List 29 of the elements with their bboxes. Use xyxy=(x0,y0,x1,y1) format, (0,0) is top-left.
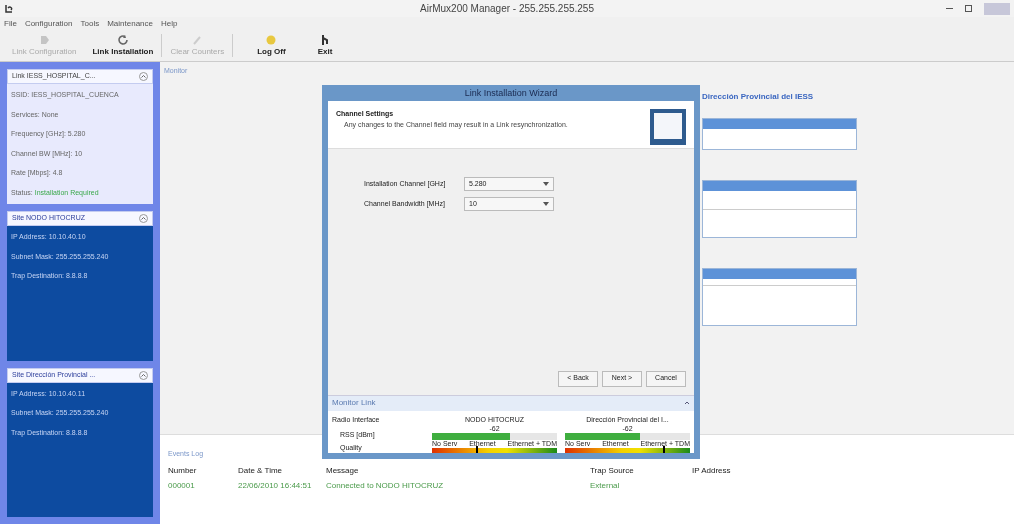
table-cell-text: External xyxy=(590,480,621,492)
toolbar-button[interactable]: Link Installation xyxy=(84,30,162,61)
site-title: Dirección Provincial del IESS xyxy=(702,90,815,103)
column-header: Date & Time xyxy=(238,465,283,477)
menu-item[interactable]: Configuration xyxy=(24,17,73,30)
menu-item[interactable]: Help xyxy=(161,17,178,30)
wizard-icon xyxy=(650,109,686,145)
dialog-title: Link Installation Wizard xyxy=(463,87,559,100)
menu-item[interactable]: File xyxy=(4,17,17,30)
refresh-icon xyxy=(116,33,129,46)
table-cell-text: 22/06/2010 16:44:51 xyxy=(238,480,313,492)
app-icon xyxy=(4,3,14,14)
column-header: Trap Source xyxy=(590,465,635,477)
table-cell-text: 000001 xyxy=(168,480,196,492)
maximize-icon[interactable] xyxy=(965,5,972,12)
menu-item[interactable]: Tools xyxy=(80,17,100,30)
monitor-header[interactable]: Monitor Link xyxy=(328,394,694,411)
collapse-icon[interactable] xyxy=(684,400,690,406)
table-cell-text: Connected to NODO HITOCRUZ xyxy=(326,480,445,492)
window-title: AirMux200 Manager - 255.255.255.255 xyxy=(420,2,594,16)
toolbar-button[interactable]: Exit xyxy=(309,30,341,61)
toolbar-button[interactable]: Log Off xyxy=(233,30,310,61)
menu-item[interactable]: Maintenance xyxy=(107,17,153,30)
column-header: Message xyxy=(326,465,360,477)
column-header: Number xyxy=(168,465,198,477)
dropdown-icon xyxy=(543,182,549,186)
flag-icon xyxy=(38,33,51,46)
dropdown-icon xyxy=(543,202,549,206)
column-header: IP Address xyxy=(692,465,732,477)
